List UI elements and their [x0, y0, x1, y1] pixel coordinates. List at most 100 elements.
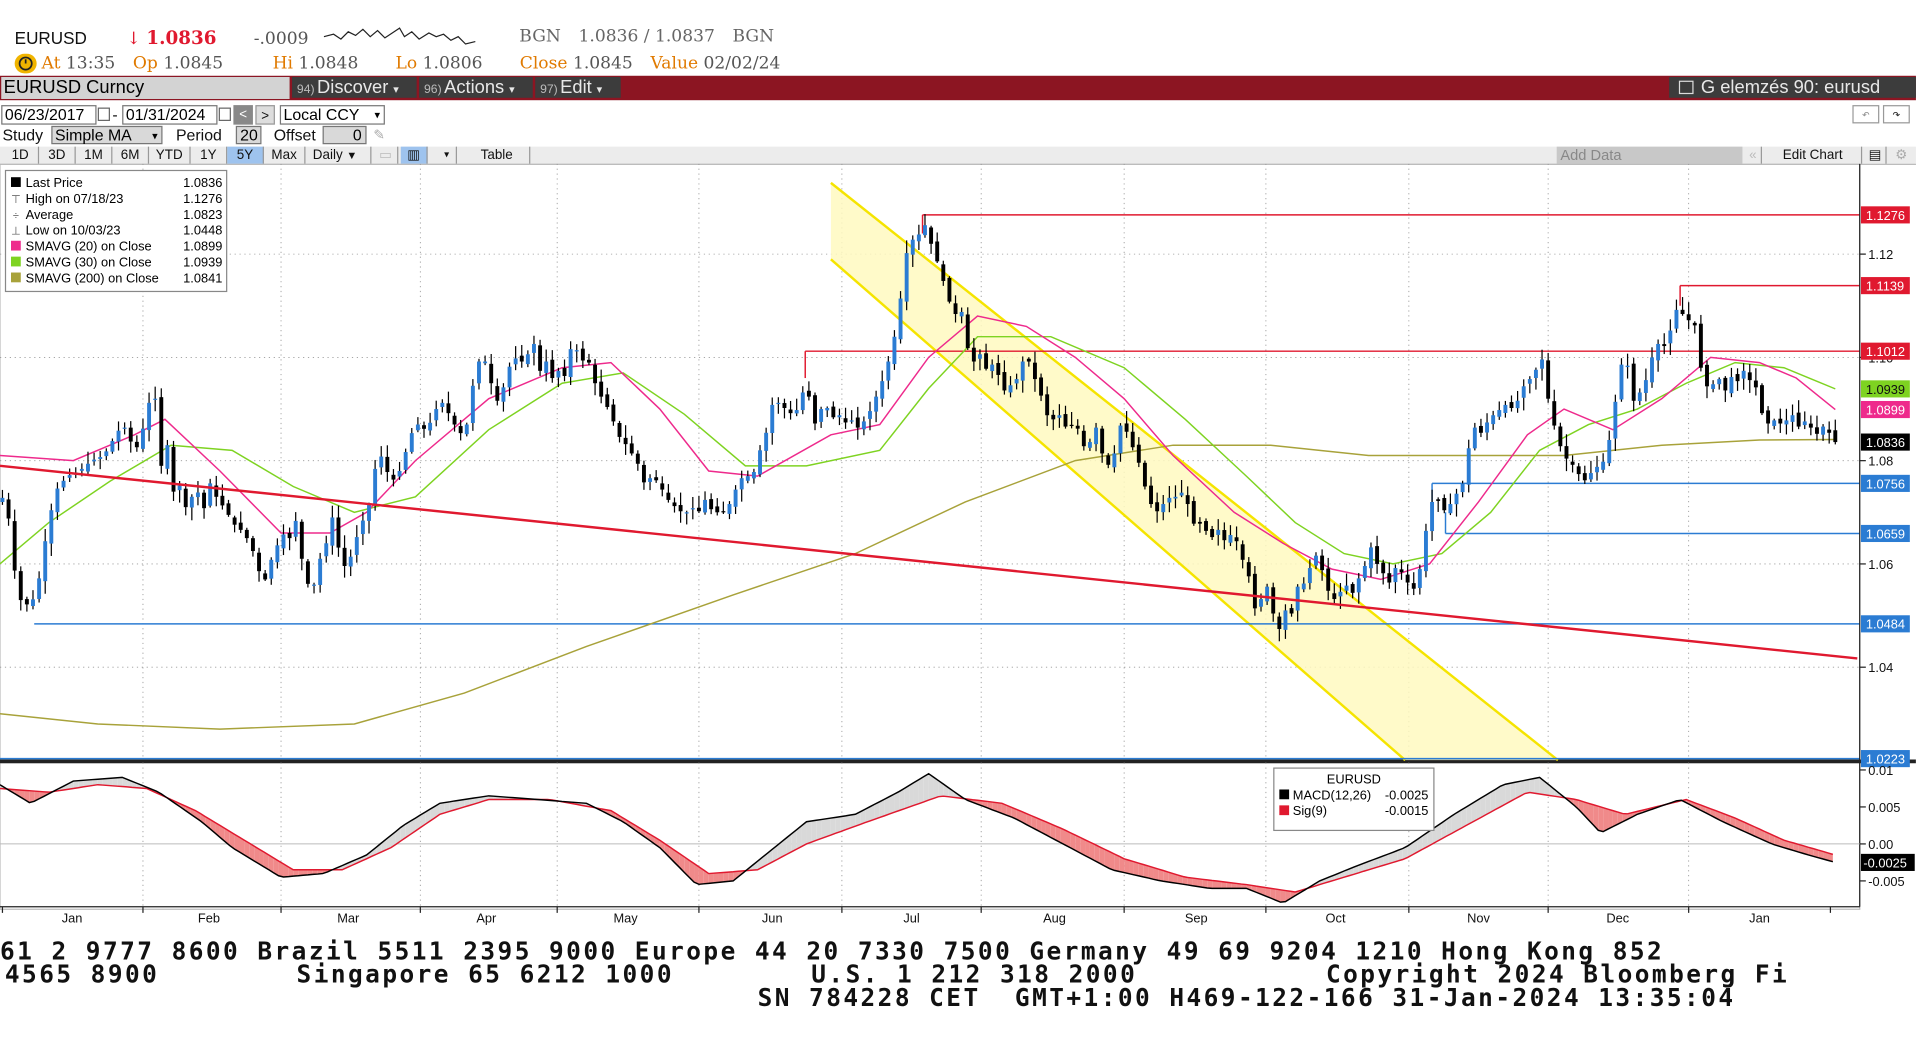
start-date-input[interactable]: 06/23/2017 — [1, 105, 97, 125]
candle-body — [1063, 414, 1068, 427]
range-1m[interactable]: 1M — [76, 146, 113, 164]
candle-chart-icon[interactable]: ▥ — [400, 146, 428, 164]
macd-fill — [923, 773, 929, 802]
line-chart-icon[interactable]: ▭ — [374, 146, 399, 164]
edit-chart-button[interactable]: Edit Chart — [1764, 146, 1863, 164]
legend-row: SMAVG (20) on Close 1.0899 — [10, 240, 222, 256]
table-button[interactable]: Table — [464, 146, 531, 164]
candle-body — [1179, 492, 1184, 496]
candle-body — [654, 477, 659, 481]
candle-body — [1265, 586, 1270, 602]
chevron-right-icon[interactable]: > — [255, 105, 275, 125]
candle-body — [1558, 426, 1563, 447]
edit-chart-label: Edit Chart — [1782, 147, 1843, 163]
redo-icon[interactable]: ↷ — [1882, 105, 1910, 124]
chevrons-left-icon[interactable]: « — [1745, 146, 1762, 164]
candle-body — [1717, 379, 1722, 385]
candle-body — [305, 561, 310, 584]
candle-body — [367, 505, 371, 521]
candle-body — [1075, 425, 1080, 429]
macd-panel: 0.01 0.005 0.00 -0.005 -0.0025 — [0, 763, 1915, 903]
macd-fill — [1505, 783, 1511, 805]
macd-legend: EURUSD MACD(12,26) -0.0025 Sig(9) -0.001… — [1273, 767, 1435, 832]
candle-body — [1662, 344, 1667, 347]
currency-select[interactable]: Local CCY ▾ — [279, 105, 385, 125]
candle-body — [1283, 610, 1288, 630]
candle-body — [183, 488, 188, 508]
candle-body — [1790, 415, 1795, 422]
macd-fill — [117, 777, 123, 787]
pencil-icon[interactable]: ✎ — [374, 125, 384, 145]
candle-body — [385, 456, 390, 473]
candle-body — [532, 343, 536, 353]
candle-body — [1582, 473, 1587, 481]
macd-legend-row: MACD(12,26) -0.0025 — [1279, 788, 1428, 804]
study-select[interactable]: Simple MA ▾ — [51, 125, 163, 145]
down-arrow-icon: ↓ — [126, 29, 141, 49]
candle-body — [391, 474, 396, 480]
analysis-launch[interactable]: G elemzés 90: eurusd — [1669, 76, 1916, 98]
offset-input[interactable]: 0 — [322, 125, 367, 145]
frequency-select[interactable]: Daily ▼ — [308, 146, 372, 164]
range-1d[interactable]: 1D — [2, 146, 40, 164]
level-badge-label: 1.0899 — [1866, 402, 1905, 417]
candle-body — [18, 571, 23, 601]
high-label: Hi — [272, 53, 294, 74]
candle-body — [360, 520, 365, 535]
add-data-input[interactable]: Add Data — [1556, 146, 1743, 164]
legend-swatch: ⊥ — [11, 224, 21, 238]
candle-body — [1613, 401, 1618, 439]
candle-body — [1362, 565, 1367, 578]
candle-body — [1491, 415, 1496, 425]
candle-body — [1173, 496, 1178, 499]
chevron-left-icon[interactable]: < — [233, 105, 253, 125]
candle-body — [31, 599, 35, 607]
candle-body — [1815, 427, 1819, 434]
range-1y[interactable]: 1Y — [191, 146, 228, 164]
price-chart[interactable]: 1.121.101.081.061.04 1.12761.11391.10121… — [0, 163, 1916, 928]
edit-button[interactable]: 97) Edit ▾ — [535, 76, 621, 98]
calendar-icon[interactable] — [218, 107, 231, 121]
candle-body — [1124, 423, 1129, 432]
candle-body — [49, 510, 54, 544]
gear-icon[interactable]: ⚙ — [1889, 147, 1913, 164]
end-date-input[interactable]: 01/31/2024 — [122, 105, 218, 125]
caret-down-icon[interactable]: ▾ — [437, 146, 457, 164]
alert-icon[interactable] — [14, 53, 37, 74]
candle-body — [1552, 401, 1557, 426]
chart-settings-icon[interactable]: ▤ — [1865, 146, 1887, 164]
candle-body — [177, 485, 182, 491]
candle-body — [37, 578, 42, 599]
candle-body — [61, 480, 66, 488]
macd-name: MACD(12,26) — [1292, 788, 1372, 803]
range-3d[interactable]: 3D — [39, 146, 76, 164]
discover-button[interactable]: 94) Discover ▾ — [292, 76, 417, 98]
security-field[interactable]: EURUSD Curncy — [1, 76, 290, 99]
range-max[interactable]: Max — [264, 146, 306, 164]
candle-body — [104, 451, 109, 457]
range-6m[interactable]: 6M — [112, 146, 150, 164]
undo-icon[interactable]: ↶ — [1852, 105, 1880, 124]
legend-label: Average — [25, 207, 74, 223]
legend-swatch: ÷ — [12, 208, 19, 222]
range-5y[interactable]: 5Y — [227, 146, 264, 164]
candle-body — [849, 420, 854, 422]
candle-body — [1424, 530, 1428, 572]
candle-body — [409, 433, 414, 452]
signal-swatch — [1279, 805, 1290, 816]
candle-body — [629, 443, 634, 454]
candle-body — [1760, 385, 1764, 414]
macd-fill — [1124, 858, 1130, 874]
macd-swatch — [1279, 789, 1290, 800]
candle-body — [550, 359, 555, 379]
candle-body — [159, 397, 164, 466]
calendar-icon[interactable] — [97, 107, 110, 121]
legend-row: SMAVG (200) on Close 1.0841 — [10, 271, 222, 287]
candle-body — [1008, 385, 1013, 393]
level-badge-label: 1.1276 — [1866, 208, 1905, 223]
period-input[interactable]: 20 — [235, 125, 262, 145]
actions-button[interactable]: 96) Actions ▾ — [419, 76, 533, 98]
candle-body — [1766, 410, 1771, 424]
candle-body — [489, 363, 494, 384]
range-ytd[interactable]: YTD — [149, 146, 191, 164]
